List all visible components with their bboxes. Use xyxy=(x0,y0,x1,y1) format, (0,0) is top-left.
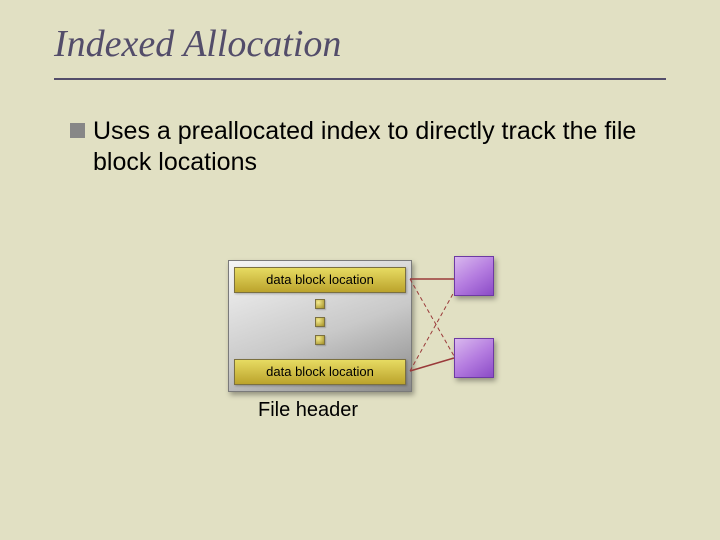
bullet-row: Uses a preallocated index to directly tr… xyxy=(70,116,670,179)
dot-icon xyxy=(315,335,325,345)
square-bullet-icon xyxy=(70,123,85,138)
data-block-top xyxy=(454,256,494,296)
bullet-text: Uses a preallocated index to directly tr… xyxy=(93,116,670,179)
file-header-box: data block location data block location xyxy=(228,260,412,392)
index-cell-top: data block location xyxy=(234,267,406,293)
slide: Indexed Allocation Uses a preallocated i… xyxy=(0,0,720,540)
file-header-label: File header xyxy=(258,399,358,422)
ellipsis-dots xyxy=(315,299,325,345)
slide-title: Indexed Allocation xyxy=(54,22,341,66)
dot-icon xyxy=(315,299,325,309)
index-cell-bot: data block location xyxy=(234,359,406,385)
data-block-bot xyxy=(454,338,494,378)
title-underline xyxy=(54,78,666,80)
dot-icon xyxy=(315,317,325,327)
